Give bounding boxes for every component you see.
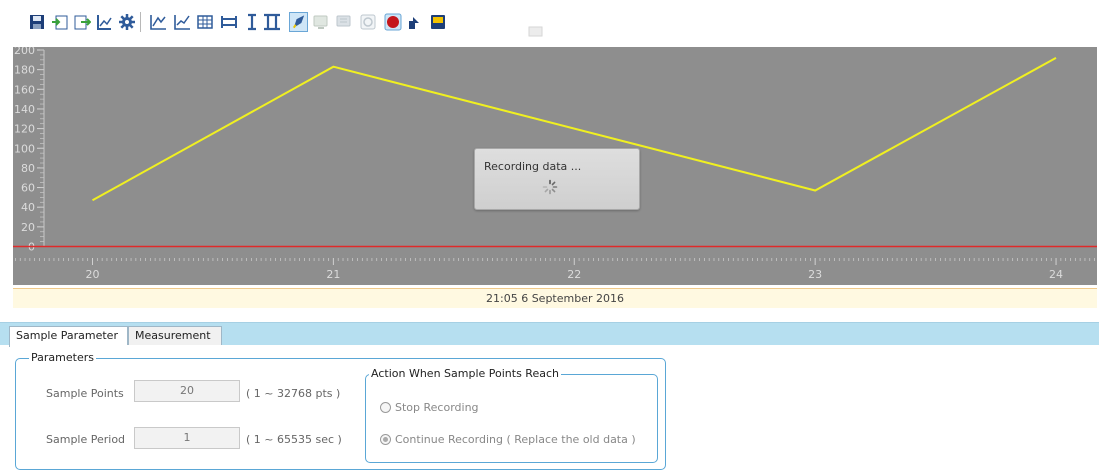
pen-button[interactable] [289, 12, 308, 32]
grid-icon [196, 15, 213, 29]
range-icon [220, 16, 237, 28]
loading-spinner-icon [542, 179, 558, 195]
continue-recording-label: Continue Recording ( Replace the old dat… [395, 433, 636, 446]
x-tick-label: 24 [1049, 268, 1063, 281]
tab-bar: Sample Parameter Measurement [0, 322, 1099, 347]
record-icon [384, 13, 401, 31]
chart-settings-button[interactable] [94, 12, 113, 32]
stop-recording-radio[interactable] [380, 402, 391, 413]
axis-auto-icon [173, 15, 190, 30]
continue-recording-radio[interactable] [380, 434, 391, 445]
y-tick-label: 180 [14, 64, 35, 77]
y-tick-label: 80 [21, 162, 35, 175]
stop-recording-option[interactable]: Stop Recording [380, 401, 479, 414]
upload-button[interactable] [405, 12, 424, 32]
monitor-icon [313, 15, 327, 29]
toolbar-separator [140, 12, 141, 32]
continue-recording-option[interactable]: Continue Recording ( Replace the old dat… [380, 433, 636, 446]
y-tick-label: 40 [21, 201, 35, 214]
toolbar [0, 0, 1099, 47]
range-button[interactable] [219, 12, 238, 32]
y-tick-label: 100 [14, 142, 35, 155]
grid-button[interactable] [195, 12, 214, 32]
upload-icon [408, 17, 419, 29]
y-tick-label: 60 [21, 182, 35, 195]
x-tick-label: 22 [567, 268, 581, 281]
action-group [365, 374, 658, 463]
axis-scale-button[interactable] [148, 12, 167, 32]
small-disabled-button[interactable] [525, 18, 544, 38]
y-tick-label: 120 [14, 123, 35, 136]
export-icon [74, 15, 91, 30]
action-legend: Action When Sample Points Reach [369, 367, 561, 380]
tab-measurement[interactable]: Measurement [128, 326, 222, 346]
y-tick-label: 160 [14, 83, 35, 96]
recording-text: Recording data ... [484, 160, 582, 173]
axis-auto-button[interactable] [172, 12, 191, 32]
y-tick-label: 200 [14, 47, 35, 57]
x-tick-label: 23 [808, 268, 822, 281]
cursor-double-icon [263, 13, 280, 31]
chart-timestamp: 21:05 6 September 2016 [13, 288, 1097, 308]
recording-overlay: Recording data ... [474, 148, 640, 210]
monitor-list-icon [336, 15, 350, 27]
tab-sample-parameter[interactable]: Sample Parameter [9, 326, 128, 347]
y-tick-label: 20 [21, 221, 35, 234]
export-button[interactable] [72, 12, 91, 32]
sample-period-range: ( 1 ~ 65535 sec ) [246, 433, 342, 446]
sample-points-range: ( 1 ~ 32768 pts ) [246, 387, 341, 400]
cursor-single-icon [247, 13, 256, 31]
y-tick-label: 140 [14, 103, 35, 116]
record-button[interactable] [383, 12, 402, 32]
save-button[interactable] [27, 12, 46, 32]
save-icon [29, 15, 44, 29]
cursor-double-button[interactable] [262, 12, 281, 32]
parameters-legend: Parameters [29, 351, 96, 364]
sample-points-label: Sample Points [46, 387, 124, 400]
refresh-button[interactable] [358, 12, 377, 32]
import-button[interactable] [50, 12, 69, 32]
sample-period-input[interactable]: 1 [134, 427, 240, 449]
pen-icon [292, 15, 305, 29]
gear-button[interactable] [117, 12, 136, 32]
cursor-single-button[interactable] [242, 12, 261, 32]
chart-settings-icon [96, 15, 112, 30]
axis-scale-icon [149, 15, 166, 30]
device-button[interactable] [428, 12, 447, 32]
x-tick-label: 20 [85, 268, 99, 281]
sample-period-label: Sample Period [46, 433, 126, 446]
monitor-button[interactable] [311, 12, 330, 32]
refresh-icon [360, 14, 375, 30]
device-icon [430, 15, 445, 29]
monitor-list-button[interactable] [334, 12, 353, 32]
stop-recording-label: Stop Recording [395, 401, 479, 414]
import-icon [51, 15, 67, 30]
small-disabled-icon [528, 26, 542, 37]
sample-points-input[interactable]: 20 [134, 380, 240, 402]
x-tick-label: 21 [326, 268, 340, 281]
gear-icon [118, 14, 135, 30]
